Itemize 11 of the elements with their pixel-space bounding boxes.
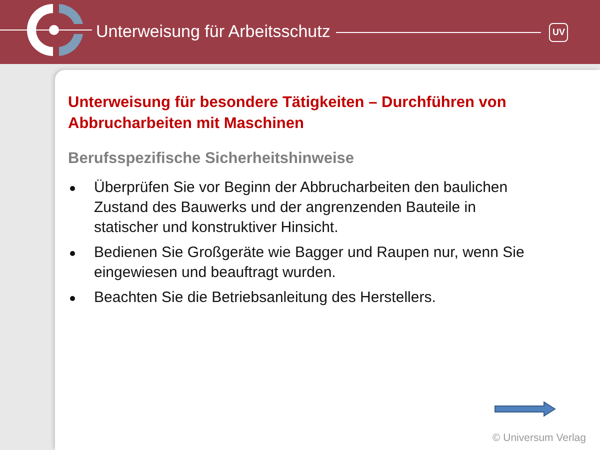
brand-badge: UV (549, 22, 568, 42)
bullet-text: Überprüfen Sie vor Beginn der Abbrucharbeiten den baulichen Zustand des Bauwerks und der angrenzenden Bauteile in statischer und konstruktiver Hinsicht. (94, 178, 509, 238)
copyright-text: © Universum Verlag (492, 432, 586, 444)
bullet-text: Bedienen Sie Großgeräte wie Bagger und Raupen nur, wenn Sie eingewiesen und beauftragt wurden. (94, 243, 526, 283)
slide-subtitle: Berufsspezifische Sicherheitshinweise (68, 150, 355, 168)
header-title: Unterweisung für Arbeitsschutz (96, 22, 330, 42)
bullet-icon (70, 296, 75, 301)
bullet-icon (70, 186, 75, 191)
bullet-icon (70, 251, 75, 256)
slide-title: Unterweisung für besondere Tätigkeiten – Durchführen von Abbrucharbeiten mit Maschinen (68, 93, 508, 134)
bullet-text: Beachten Sie die Betriebsanleitung des Herstellers. (94, 288, 436, 308)
